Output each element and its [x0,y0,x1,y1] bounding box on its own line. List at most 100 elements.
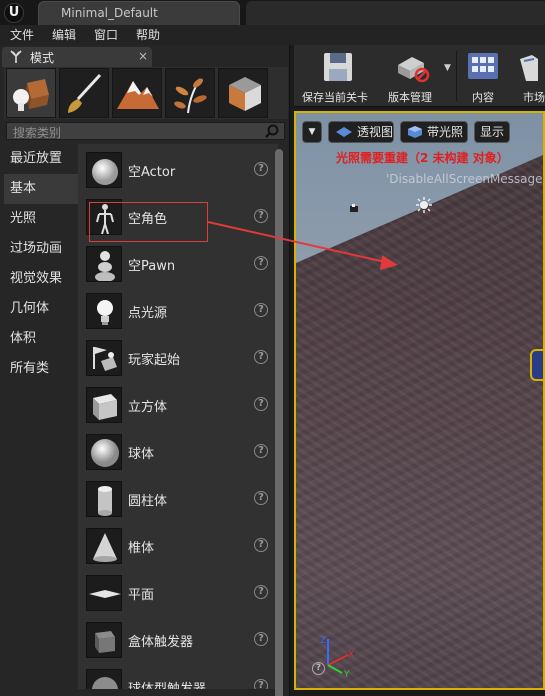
viewport-help-icon[interactable]: ? [312,662,325,675]
plane-icon [86,575,122,611]
category-all-classes[interactable]: 所有类 [4,354,78,384]
perspective-button[interactable]: 透视图 [328,121,394,143]
scrollbar-thumb[interactable] [275,149,283,696]
selected-actor[interactable] [530,349,543,381]
asset-row-player-start[interactable]: 玩家起始 ? [78,338,278,385]
marketplace-label: 市场 [523,91,545,104]
menu-window[interactable]: 窗口 [94,25,118,45]
search-input[interactable]: 搜索类别 [13,124,61,141]
place-mode-button[interactable] [6,68,56,118]
unreal-logo-icon[interactable]: U [4,3,24,23]
perspective-icon [336,127,352,137]
sphere-icon [86,434,122,470]
asset-label: 空Pawn [128,259,176,274]
asset-row-point-light[interactable]: 点光源 ? [78,291,278,338]
marketplace-button[interactable]: 市场 [510,45,545,107]
category-geometry[interactable]: 几何体 [4,294,78,324]
asset-row-plane[interactable]: 平面 ? [78,573,278,620]
lit-mode-button[interactable]: 带光照 [400,121,468,143]
sphere-white-icon [86,152,122,188]
menu-edit[interactable]: 编辑 [52,25,76,45]
asset-label: 玩家起始 [128,353,181,368]
save-level-button[interactable]: 保存当前关卡 [294,45,380,107]
asset-row-sphere[interactable]: 球体 ? [78,432,278,479]
help-icon[interactable]: ? [254,162,268,176]
menu-file[interactable]: 文件 [10,25,34,45]
landscape-mode-button[interactable] [112,68,162,118]
asset-row-cone[interactable]: 椎体 ? [78,526,278,573]
asset-label: 圆柱体 [128,494,168,509]
axis-z-label: Z [320,636,326,646]
asset-label: 球体型触发器 [128,678,206,689]
axis-y-label: Y [343,670,350,678]
help-icon[interactable]: ? [254,679,268,689]
actor-sprite-icon[interactable] [348,203,360,215]
modes-panel: 模式 × 搜索类别 最近放置 基本 光照 过场动画 视觉效果 几何体 体积 所有… [0,45,290,696]
disable-screen-messages-text: 'DisableAllScreenMessages' [386,172,545,186]
cylinder-icon [86,481,122,517]
asset-row-box-trigger[interactable]: 盒体触发器 ? [78,620,278,667]
viewport-options-button[interactable]: ▼ [302,121,322,143]
search-icon[interactable] [265,124,279,138]
save-level-label: 保存当前关卡 [302,91,368,104]
category-lights[interactable]: 光照 [4,204,78,234]
menu-help[interactable]: 帮助 [136,25,160,45]
close-icon[interactable]: × [138,49,148,63]
cube-icon [86,387,122,423]
help-icon[interactable]: ? [254,209,268,223]
help-icon[interactable]: ? [254,632,268,646]
asset-label: 椎体 [128,541,155,556]
category-list: 最近放置 基本 光照 过场动画 视觉效果 几何体 体积 所有类 [4,144,82,689]
asset-row-sphere-trigger[interactable]: 球体型触发器 ? [78,667,278,689]
category-visual-effects[interactable]: 视觉效果 [4,264,78,294]
editor-window: U Minimal_Default 文件 编辑 窗口 帮助 模式 × 搜索类别 … [0,0,545,696]
box-trigger-icon [86,622,122,658]
modes-tab-icon [8,50,24,67]
help-icon[interactable]: ? [254,538,268,552]
pawn-icon [86,246,122,282]
category-volumes[interactable]: 体积 [4,324,78,354]
help-icon[interactable]: ? [254,491,268,505]
geometry-mode-button[interactable] [218,68,268,118]
category-cinematic[interactable]: 过场动画 [4,234,78,264]
foliage-mode-button[interactable] [165,68,215,118]
chevron-down-icon[interactable]: ▼ [444,63,451,73]
help-icon[interactable]: ? [254,585,268,599]
level-tab[interactable]: Minimal_Default [38,1,240,25]
asset-row-empty-pawn[interactable]: 空Pawn ? [78,244,278,291]
mode-selector [4,67,288,119]
asset-row-cube[interactable]: 立方体 ? [78,385,278,432]
geometry-mode-icon [229,77,261,111]
player-start-icon [86,340,122,376]
help-icon[interactable]: ? [254,350,268,364]
source-control-icon [398,57,430,83]
search-box[interactable]: 搜索类别 [6,122,285,140]
paint-mode-button[interactable] [59,68,109,118]
asset-list-scrollbar[interactable] [275,149,283,696]
show-button[interactable]: 显示 [474,121,510,143]
content-button[interactable]: 内容 [458,45,510,107]
asset-row-empty-actor[interactable]: 空Actor ? [78,150,278,197]
category-basic[interactable]: 基本 [4,174,82,204]
place-mode-icon [13,79,49,111]
asset-row-cylinder[interactable]: 圆柱体 ? [78,479,278,526]
help-icon[interactable]: ? [254,397,268,411]
sky-light-sprite-icon[interactable] [416,197,432,213]
asset-label: 立方体 [128,400,168,415]
help-icon[interactable]: ? [254,256,268,270]
foliage-mode-icon [174,78,207,114]
asset-label: 空Actor [128,165,176,180]
content-label: 内容 [472,91,494,104]
light-bulb-icon [86,293,122,329]
help-icon[interactable]: ? [254,303,268,317]
modes-tab[interactable]: 模式 × [2,47,152,67]
level-viewport[interactable]: ▼ 透视图 带光照 显示 光照需要重建（2 未构建 对象） 'DisableAl… [294,111,545,690]
perspective-label: 透视图 [357,125,394,139]
category-recent[interactable]: 最近放置 [4,144,78,174]
help-icon[interactable]: ? [254,444,268,458]
source-control-button[interactable]: 版本管理 ▼ [380,45,454,107]
title-bar: U Minimal_Default [0,0,545,25]
modes-tab-label: 模式 [30,51,55,65]
sphere-trigger-icon [86,669,122,689]
title-bar-blank [246,1,545,25]
